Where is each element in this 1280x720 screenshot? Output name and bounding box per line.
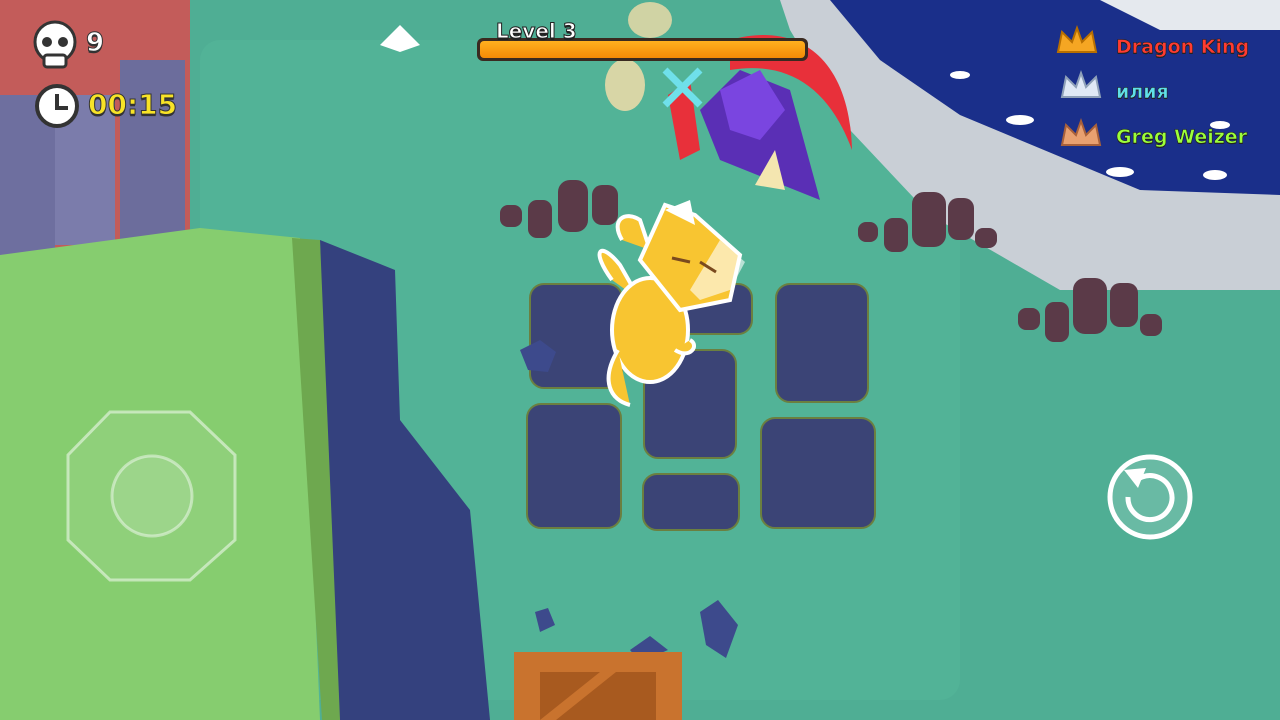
leaderboard-entry-1: Dragon King (1056, 30, 1276, 64)
leaderboard-name: Dragon King (1116, 36, 1250, 59)
level-label: Level 3 (496, 19, 578, 44)
leaderboard-name: Greg Weizer (1116, 126, 1248, 149)
joystick-icon[interactable] (66, 410, 237, 582)
match-timer: 00:15 (87, 88, 178, 122)
leaderboard-name: илия (1116, 81, 1169, 104)
leaderboard-entry-2: илия (1056, 75, 1276, 109)
level-progress-fill (480, 41, 805, 58)
clock-icon (35, 84, 79, 128)
crate (514, 652, 682, 720)
undo-arrow-icon[interactable] (1107, 454, 1193, 540)
leaderboard-entry-3: Greg Weizer (1056, 120, 1276, 154)
kill-count: 9 (85, 28, 105, 59)
